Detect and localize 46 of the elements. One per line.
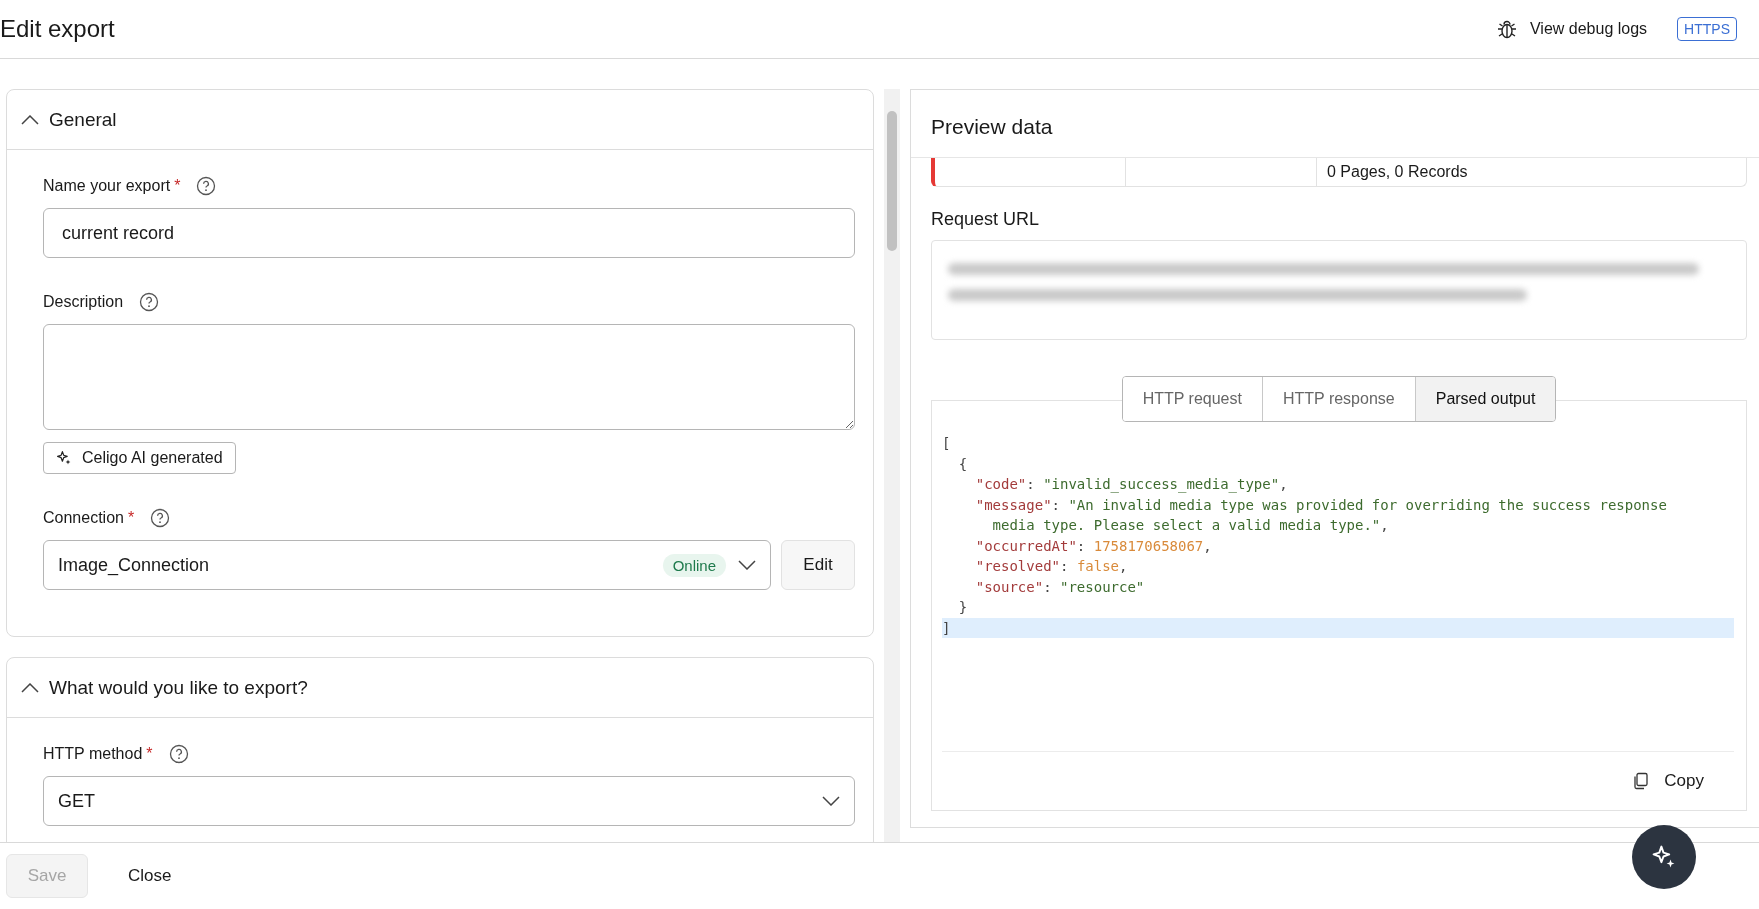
scrollbar[interactable]: [884, 89, 900, 842]
help-icon[interactable]: [150, 508, 171, 528]
chevron-down-icon: [822, 796, 840, 806]
panel-title: Preview data: [911, 90, 1759, 158]
copy-icon: [1632, 772, 1651, 790]
code-line: {: [957, 454, 969, 474]
protocol-badge: HTTPS: [1677, 17, 1737, 41]
code-line: }: [957, 598, 969, 617]
copy-button[interactable]: Copy: [1626, 770, 1710, 792]
code-line: "code": "invalid_success_media_type",: [974, 475, 1289, 495]
section-header[interactable]: What would you like to export?: [7, 658, 873, 718]
bug-icon: [1496, 18, 1518, 40]
sparkle-icon: [56, 450, 72, 466]
debug-logs-link[interactable]: View debug logs: [1496, 18, 1648, 40]
field-label: Name your export *: [43, 177, 181, 195]
code-line: "message": "An invalid media type was provided for overriding the success response: [974, 495, 1668, 515]
help-icon[interactable]: [168, 744, 189, 764]
method-select[interactable]: GET: [43, 776, 855, 826]
select-value: GET: [58, 790, 96, 812]
text-input[interactable]: current record: [43, 208, 855, 258]
chevron-up-icon: [21, 682, 39, 693]
field-label: HTTP method *: [43, 745, 153, 763]
ai-generate-button[interactable]: Celigo AI generated: [43, 442, 236, 474]
field-label: Request URL: [931, 209, 1041, 230]
section-header[interactable]: General: [7, 90, 873, 150]
code-line: "source": "resource": [974, 577, 1146, 597]
field-label: Description: [43, 293, 124, 311]
summary-text: 0 Pages, 0 Records: [1326, 163, 1468, 181]
chevron-down-icon: [738, 560, 756, 570]
status-pill: Online: [662, 553, 726, 577]
field-label: Connection *: [43, 509, 135, 527]
code-line: media type. Please select a valid media type.",: [991, 516, 1390, 535]
connection-select[interactable]: Image_Connection Online: [43, 540, 771, 590]
help-icon[interactable]: [139, 292, 160, 312]
edit-button[interactable]: Edit: [781, 540, 855, 590]
chevron-up-icon: [21, 114, 39, 125]
code-line: [: [942, 434, 952, 453]
code-line: "occurredAt": 1758170658067,: [974, 536, 1213, 556]
close-button[interactable]: Close: [122, 865, 178, 887]
code-line: "resolved": false,: [974, 557, 1129, 576]
page-title: Edit export: [0, 15, 115, 43]
select-value: Image_Connection: [58, 554, 211, 576]
help-icon[interactable]: [196, 176, 217, 196]
tab[interactable]: HTTP request: [1122, 377, 1263, 421]
tab[interactable]: Parsed output: [1415, 377, 1556, 421]
sparkle-icon: [1651, 844, 1677, 870]
